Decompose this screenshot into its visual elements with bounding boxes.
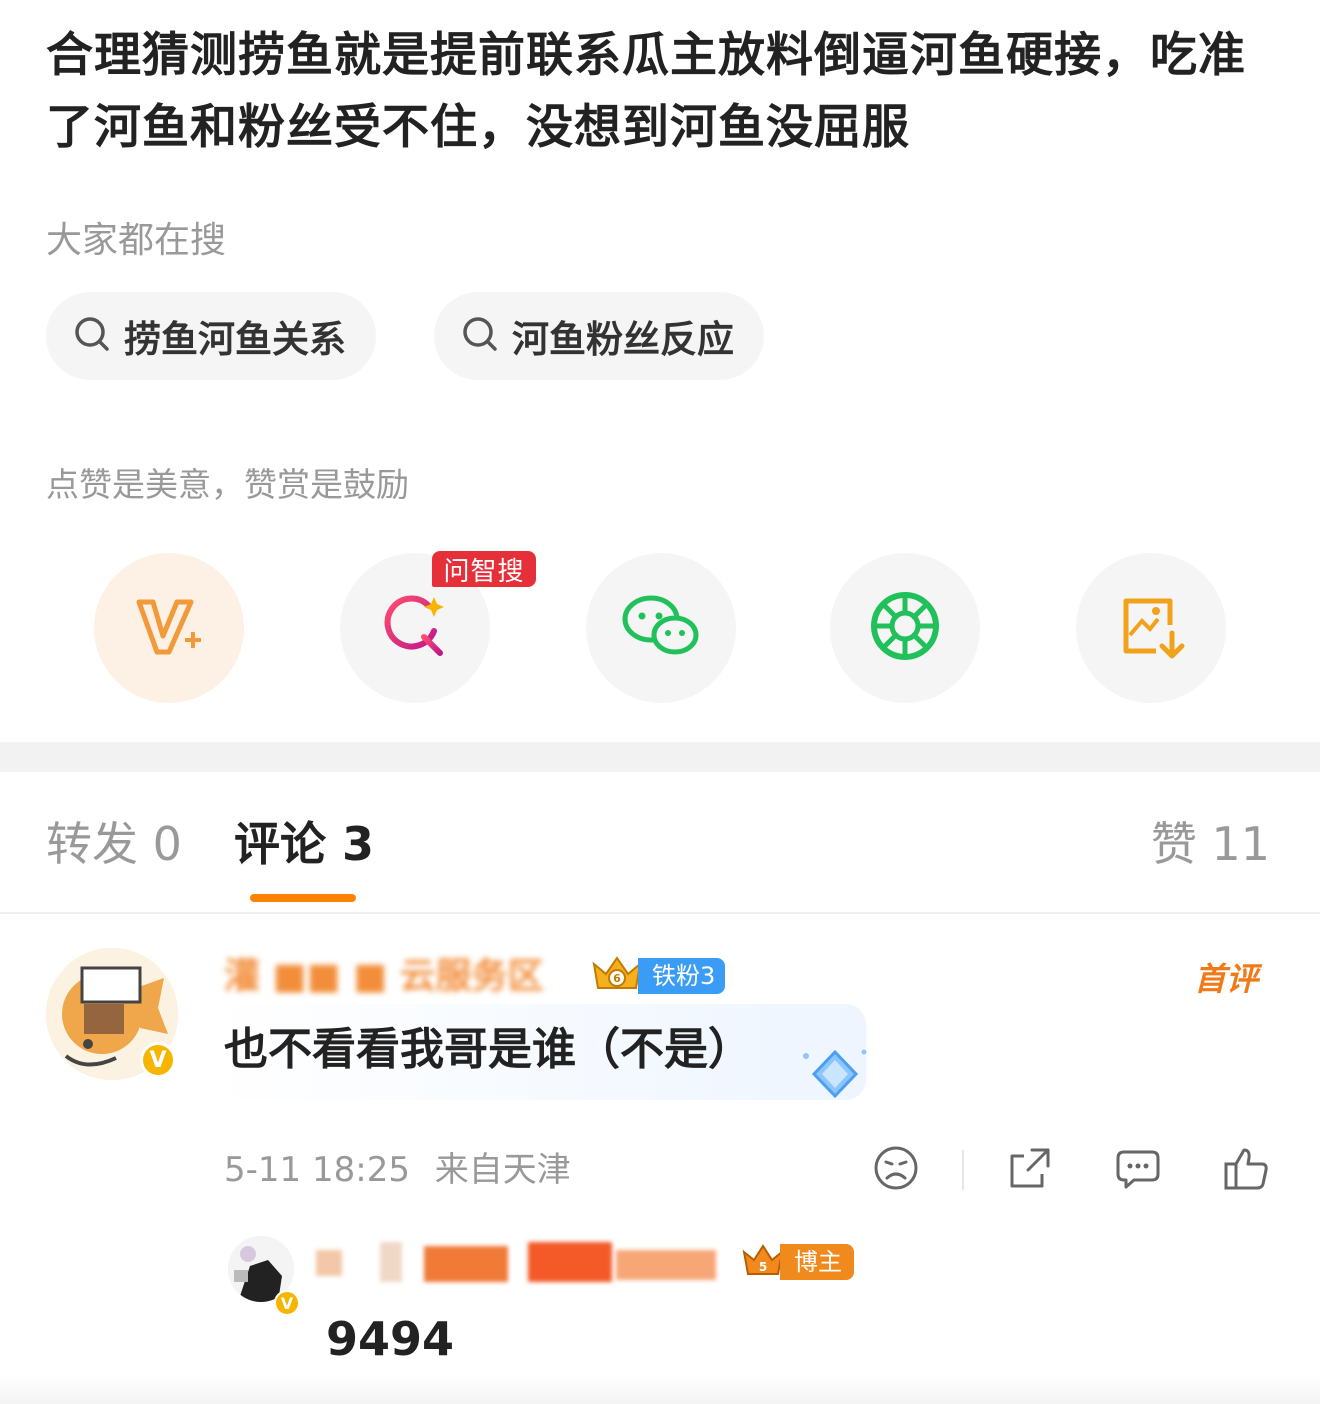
comment-meta: 5-11 18:25 来自天津 (224, 1146, 571, 1194)
search-icon (72, 314, 112, 358)
share-wechat-button[interactable] (586, 553, 736, 703)
verified-badge: V (140, 1042, 176, 1078)
comment-icon[interactable] (1114, 1144, 1162, 1192)
tab-repost[interactable]: 转发 0 (46, 812, 182, 876)
tab-divider (0, 912, 1320, 914)
fan-badge-label: 铁粉3 (638, 958, 726, 994)
search-chip-label: 捞鱼河鱼关系 (124, 318, 346, 361)
svg-text:5: 5 (759, 1260, 767, 1274)
share-moments-button[interactable] (830, 553, 980, 703)
reward-button[interactable] (94, 553, 244, 703)
save-image-button[interactable] (1076, 553, 1226, 703)
wechat-icon (621, 591, 701, 665)
reply-username-redacted[interactable] (316, 1240, 726, 1284)
blogger-badge-label: 博主 (780, 1244, 854, 1280)
save-image-icon (1116, 591, 1186, 665)
fan-level-badge: 6 铁粉3 (590, 952, 726, 1000)
search-chip-label: 河鱼粉丝反应 (512, 318, 734, 361)
operation-divider (962, 1150, 964, 1190)
ai-search-icon (380, 591, 450, 665)
ask-search-badge: 问智搜 (432, 551, 536, 587)
reply-text: 9494 (326, 1312, 455, 1366)
bottom-fade (0, 1376, 1320, 1404)
crown-icon: 6 (590, 952, 644, 1000)
comment-text: 也不看看我哥是谁（不是） (224, 1024, 752, 1075)
tab-like[interactable]: 赞 11 (1151, 812, 1270, 876)
comment-location: 来自天津 (434, 1150, 571, 1190)
reward-v-icon (133, 594, 205, 662)
verified-badge: V (274, 1290, 300, 1316)
tab-comment[interactable]: 评论 3 (234, 812, 374, 876)
comment-username[interactable]: 灌 ■■ ■ 云服务区 (224, 952, 580, 1002)
blogger-badge: 5 博主 (740, 1242, 854, 1282)
sad-face-icon[interactable] (872, 1144, 920, 1192)
tab-active-indicator (250, 894, 356, 902)
svg-text:6: 6 (613, 972, 621, 985)
search-chip-1[interactable]: 捞鱼河鱼关系 (46, 292, 376, 380)
like-icon[interactable] (1222, 1144, 1270, 1192)
post-text: 合理猜测捞鱼就是提前联系瓜主放料倒逼河鱼硬接，吃准了河鱼和粉丝受不住，没想到河鱼… (46, 28, 1246, 155)
section-divider (0, 742, 1320, 772)
diamond-icon (798, 1044, 872, 1108)
first-comment-tag: 首评 (1193, 960, 1258, 998)
search-heading: 大家都在搜 (46, 220, 227, 261)
reward-text: 点赞是美意，赞赏是鼓励 (46, 465, 409, 504)
comment-time: 5-11 18:25 (224, 1150, 410, 1190)
moments-icon (869, 590, 941, 666)
search-chip-2[interactable]: 河鱼粉丝反应 (434, 292, 764, 380)
share-icon[interactable] (1006, 1144, 1054, 1192)
search-icon (460, 314, 500, 358)
